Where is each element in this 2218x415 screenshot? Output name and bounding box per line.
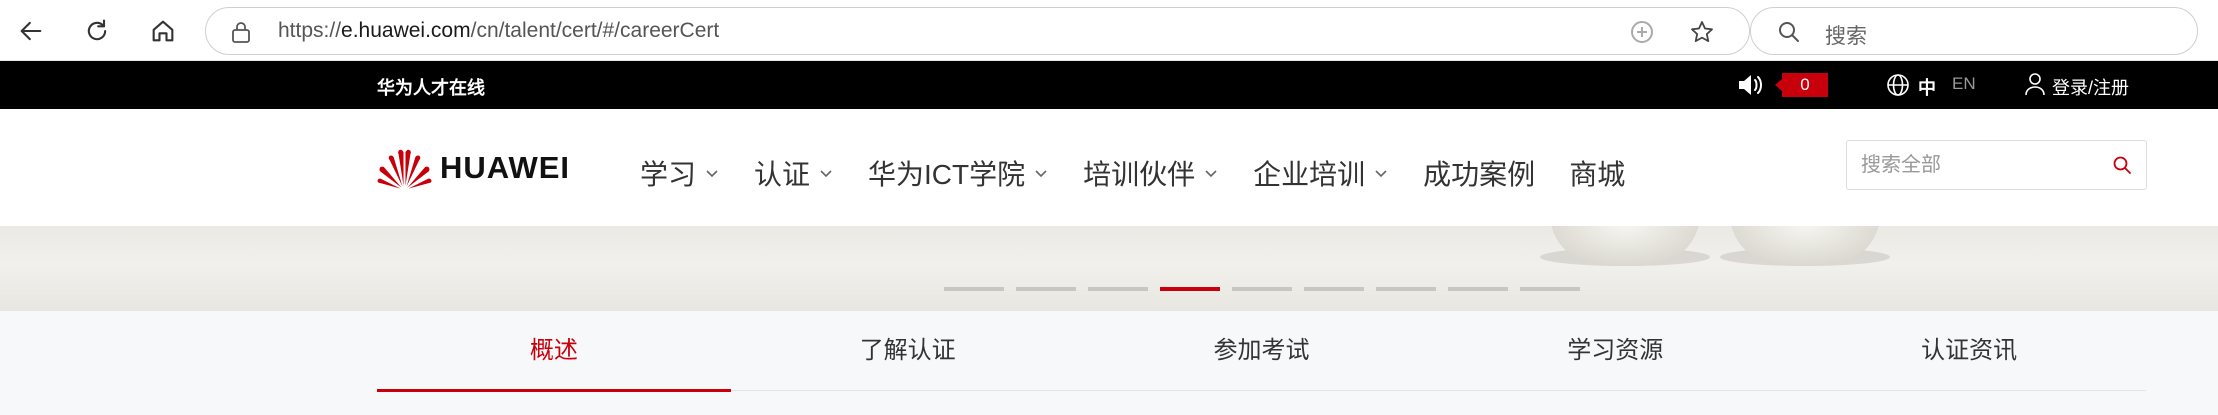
- carousel-dot[interactable]: [1520, 287, 1580, 291]
- site-name[interactable]: 华为人才在线: [377, 74, 485, 100]
- address-bar[interactable]: https://e.huawei.com/cn/talent/cert/#/ca…: [205, 7, 1750, 55]
- carousel-dot[interactable]: [944, 287, 1004, 291]
- site-search-box: [1846, 140, 2147, 190]
- arrow-left-icon: [20, 21, 42, 41]
- home-icon: [152, 20, 174, 42]
- tab-item[interactable]: 学习资源: [1438, 311, 1792, 391]
- reload-button[interactable]: [78, 12, 116, 50]
- nav-item-ict-academy[interactable]: 华为ICT学院: [868, 153, 1049, 193]
- nav-item-training-partners[interactable]: 培训伙伴: [1083, 153, 1219, 193]
- chevron-down-icon: [1205, 170, 1217, 178]
- carousel-dot[interactable]: [1304, 287, 1364, 291]
- notification-badge[interactable]: 0: [1775, 73, 1828, 97]
- carousel-dot[interactable]: [1088, 287, 1148, 291]
- tab-item[interactable]: 概述: [377, 311, 731, 392]
- nav-item-label: 华为ICT学院: [868, 159, 1026, 190]
- nav-item-label: 成功案例: [1423, 159, 1536, 190]
- top-utility-bar: 华为人才在线 0 中 EN 登录/注册: [0, 61, 2218, 109]
- tab-item[interactable]: 认证资讯: [1792, 311, 2146, 391]
- logo-text: HUAWEI: [440, 150, 570, 185]
- search-icon: [1779, 22, 1799, 42]
- reload-icon: [87, 19, 107, 41]
- chevron-down-icon: [1035, 170, 1047, 178]
- url-path: /cn/talent/cert/#/careerCert: [470, 19, 720, 42]
- back-button[interactable]: [12, 12, 50, 50]
- globe-icon[interactable]: [1886, 73, 1910, 97]
- browser-toolbar: https://e.huawei.com/cn/talent/cert/#/ca…: [0, 0, 2218, 61]
- chevron-down-icon: [706, 170, 718, 178]
- translate-icon[interactable]: [1628, 18, 1656, 46]
- carousel-dot[interactable]: [1448, 287, 1508, 291]
- carousel-dot[interactable]: [1160, 287, 1220, 291]
- url-host: e.huawei.com: [341, 19, 471, 42]
- nav-item-label: 认证: [754, 159, 811, 190]
- home-button[interactable]: [144, 12, 182, 50]
- nav-item-learning[interactable]: 学习: [640, 153, 720, 193]
- carousel-dot[interactable]: [1376, 287, 1436, 291]
- favorite-star-icon[interactable]: [1688, 18, 1716, 46]
- nav-item-label: 商城: [1569, 159, 1626, 190]
- speaker-icon[interactable]: [1736, 72, 1764, 98]
- nav-item-label: 学习: [640, 159, 697, 190]
- browser-search-box[interactable]: 搜索: [1750, 7, 2198, 55]
- carousel-indicators: [944, 287, 1592, 291]
- url-scheme: https://: [278, 19, 342, 42]
- login-register-link[interactable]: 登录/注册: [2052, 74, 2129, 100]
- huawei-petal-logo-icon: [377, 149, 432, 189]
- tab-row: 概述 了解认证 参加考试 学习资源 认证资讯: [377, 311, 2146, 392]
- nav-item-enterprise-training[interactable]: 企业培训: [1253, 153, 1389, 193]
- tab-item[interactable]: 参加考试: [1085, 311, 1439, 391]
- carousel-dot[interactable]: [1016, 287, 1076, 291]
- nav-item-store[interactable]: 商城: [1569, 153, 1625, 193]
- nav-item-success-cases[interactable]: 成功案例: [1423, 153, 1535, 193]
- lock-icon: [232, 22, 250, 43]
- section-tabs: 概述 了解认证 参加考试 学习资源 认证资讯: [0, 311, 2218, 415]
- nav-item-label: 培训伙伴: [1083, 159, 1196, 190]
- site-header: HUAWEI 学习 认证 华为ICT学院 培训伙伴 企业培训 成功案例 商城: [0, 109, 2218, 226]
- browser-search-placeholder: 搜索: [1825, 25, 1867, 48]
- huawei-logo[interactable]: HUAWEI: [377, 145, 570, 191]
- search-icon[interactable]: [2112, 155, 2132, 175]
- user-icon[interactable]: [2024, 72, 2046, 96]
- language-zh-option[interactable]: 中: [1918, 74, 1936, 100]
- hero-banner[interactable]: [0, 226, 2218, 311]
- nav-item-certification[interactable]: 认证: [754, 153, 834, 193]
- url-text[interactable]: https://e.huawei.com/cn/talent/cert/#/ca…: [278, 19, 719, 43]
- chevron-down-icon: [1375, 170, 1387, 178]
- main-navigation: 学习 认证 华为ICT学院 培训伙伴 企业培训 成功案例 商城: [640, 153, 1659, 193]
- language-en-option[interactable]: EN: [1952, 74, 1976, 94]
- nav-item-label: 企业培训: [1253, 159, 1366, 190]
- site-search-input[interactable]: [1861, 151, 2091, 179]
- chevron-down-icon: [820, 170, 832, 178]
- tab-item[interactable]: 了解认证: [731, 311, 1085, 391]
- carousel-dot[interactable]: [1232, 287, 1292, 291]
